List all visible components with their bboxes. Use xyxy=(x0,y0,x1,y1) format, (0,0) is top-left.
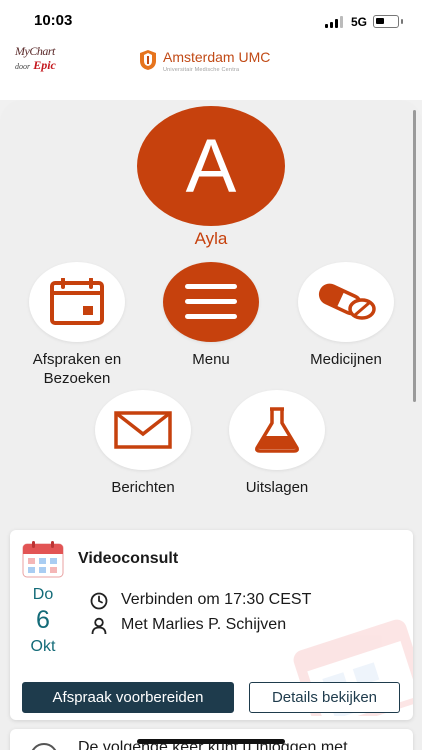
tile-menu[interactable]: Menu xyxy=(155,262,267,369)
appointment-provider-text: Met Marlies P. Schijven xyxy=(121,616,287,633)
status-time: 10:03 xyxy=(34,12,73,29)
amsterdam-umc-emblem-icon xyxy=(140,50,156,70)
calendar-color-icon xyxy=(22,541,64,578)
appointment-title: Videoconsult xyxy=(78,550,179,567)
amsterdam-umc-logo: Amsterdam UMC Universitair Medische Cent… xyxy=(138,48,298,78)
calendar-icon xyxy=(50,278,104,325)
tile-appointments-label: Afspraken en Bezoeken xyxy=(32,351,122,387)
tile-results-label: Uitslagen xyxy=(245,479,309,496)
flask-icon xyxy=(255,407,299,453)
info-circle-icon xyxy=(30,743,58,750)
appointment-date-number: 6 xyxy=(36,606,50,634)
pill-icon xyxy=(318,283,376,320)
mychart-logo: MyChart door Epic xyxy=(15,44,56,72)
appointment-card[interactable]: Videoconsult Do 6 Okt Verbinden om 17:30… xyxy=(10,530,413,720)
appointment-date-day: Do xyxy=(32,586,54,603)
envelope-icon xyxy=(114,411,172,449)
tile-results[interactable]: Uitslagen xyxy=(221,390,333,497)
battery-icon xyxy=(373,15,403,28)
prepare-appointment-button[interactable]: Afspraak voorbereiden xyxy=(22,682,234,713)
avatar-initial: A xyxy=(185,124,237,209)
tile-appointments[interactable]: Afspraken en Bezoeken xyxy=(21,262,133,388)
person-icon xyxy=(91,617,107,635)
tile-messages[interactable]: Berichten xyxy=(87,390,199,497)
network-type: 5G xyxy=(351,15,368,29)
view-details-button[interactable]: Details bekijken xyxy=(249,682,400,713)
tile-medications-label: Medicijnen xyxy=(310,351,382,368)
user-name[interactable]: Ayla xyxy=(0,229,422,249)
hospital-name: Amsterdam UMC xyxy=(163,49,271,65)
signal-strength-icon xyxy=(325,16,345,28)
status-bar: 10:03 5G xyxy=(0,0,422,42)
appointment-time-text: Verbinden om 17:30 CEST xyxy=(121,591,312,608)
app-header: MyChart door Epic Amsterdam UMC Universi… xyxy=(0,42,422,100)
hamburger-menu-icon xyxy=(185,284,237,319)
tile-medications[interactable]: Medicijnen xyxy=(290,262,402,369)
tile-menu-label: Menu xyxy=(192,351,230,368)
hospital-subtitle: Universitair Medische Centra xyxy=(163,67,240,73)
clock-icon xyxy=(90,592,108,610)
appointment-date-month: Okt xyxy=(30,638,56,655)
home-indicator[interactable] xyxy=(137,739,285,744)
tile-messages-label: Berichten xyxy=(111,479,175,496)
